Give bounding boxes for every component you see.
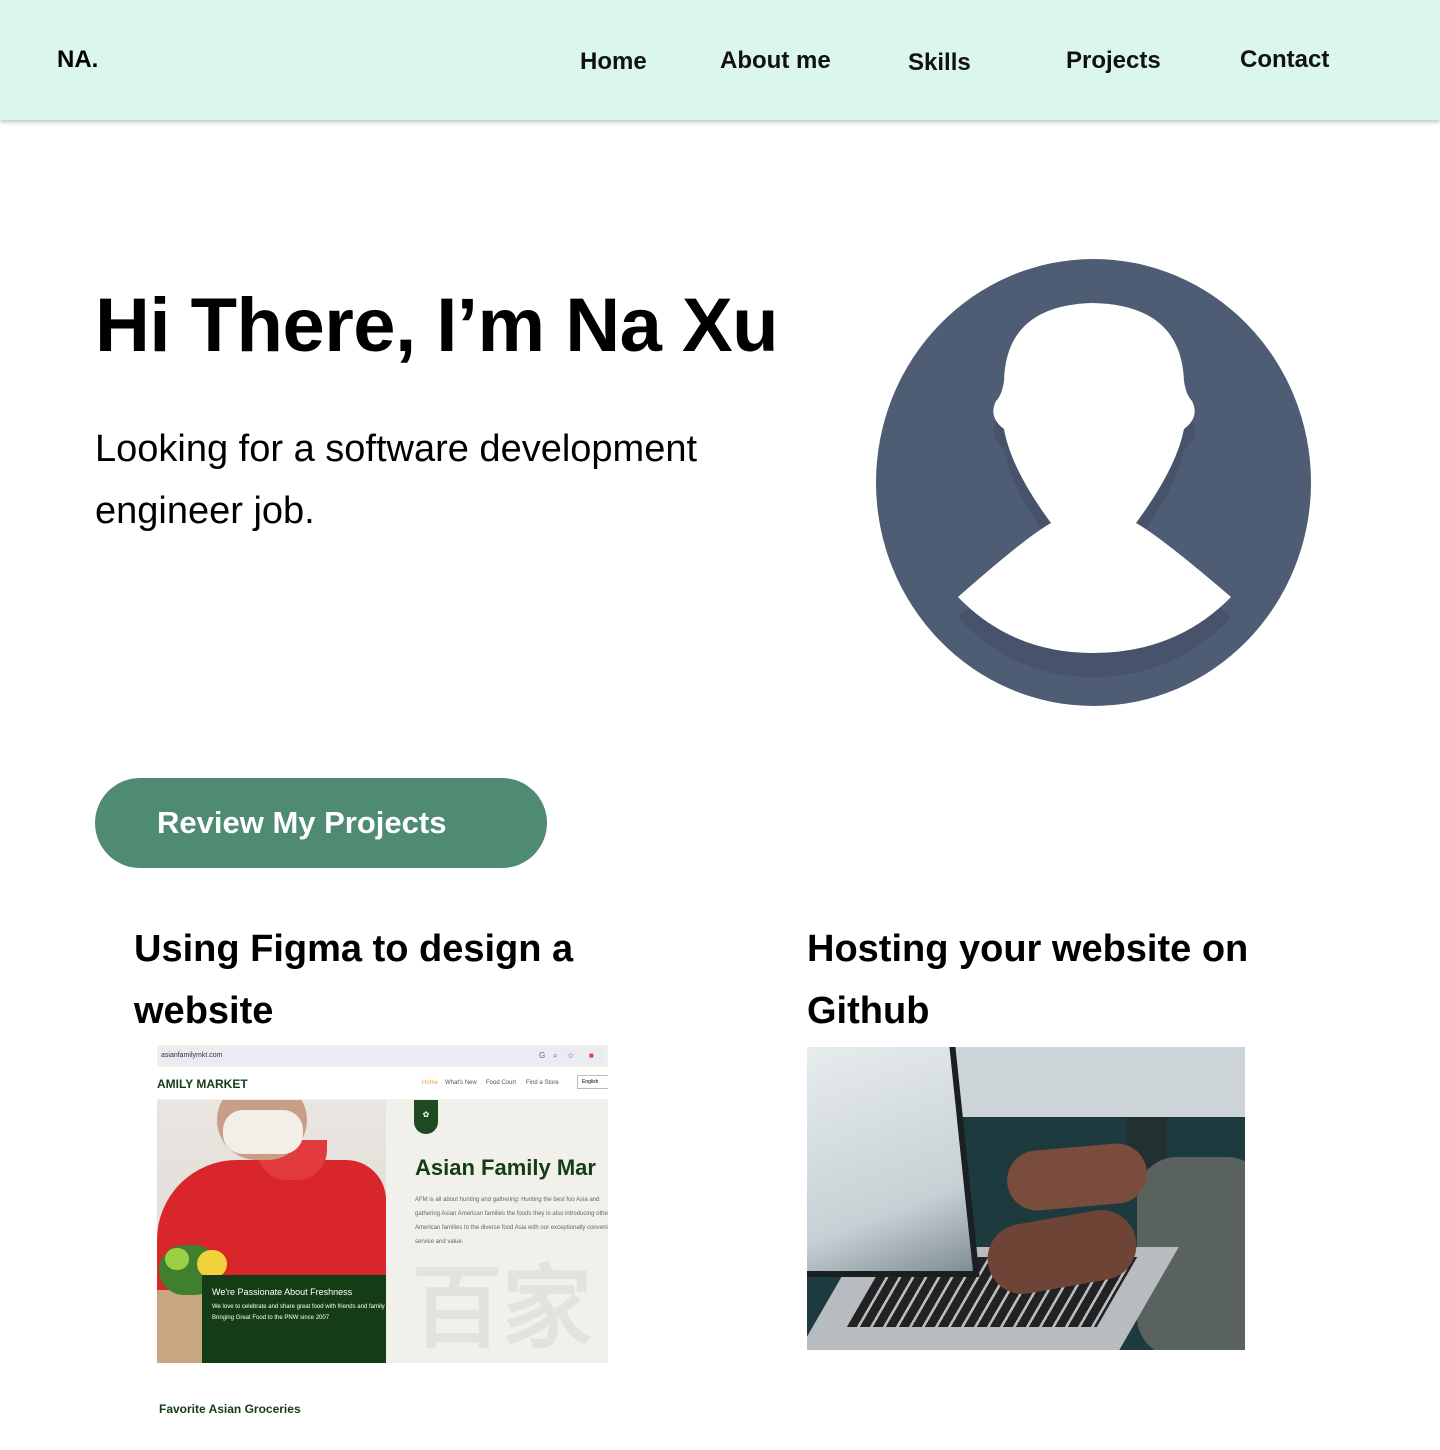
avatar-user-icon (876, 259, 1311, 706)
project-caption: Favorite Asian Groceries (159, 1402, 301, 1416)
project-image-github[interactable] (807, 1047, 1245, 1350)
promo-title: We're Passionate About Freshness (212, 1287, 353, 1297)
site-nav-item: What's New (445, 1080, 477, 1086)
site-nav-item: Food Court (486, 1080, 517, 1086)
site-paragraph: AFM is all about hunting and gathering: … (415, 1197, 608, 1245)
promo-line: Bringing Great Food to the PNW since 200… (212, 1315, 330, 1321)
review-projects-button[interactable]: Review My Projects (95, 778, 547, 868)
watermark-glyph: 百家 (412, 1259, 592, 1359)
nav-link-skills[interactable]: Skills (908, 49, 971, 77)
project-screenshot-figma[interactable]: asianfamilymkt.com G ⌕ ☆ ■ AMILY MARKET … (157, 1045, 608, 1363)
nav-link-about[interactable]: About me (720, 47, 831, 75)
project-title-figma[interactable]: Using Figma to design a website (134, 918, 654, 1042)
star-icon: ☆ (567, 1051, 575, 1060)
browser-url-bar: asianfamilymkt.com G ⌕ ☆ ■ (157, 1048, 608, 1064)
site-language-select: English (577, 1075, 608, 1089)
project-title-github[interactable]: Hosting your website on Github (807, 918, 1327, 1042)
nav-link-home[interactable]: Home (580, 48, 647, 76)
search-icon: ⌕ (553, 1051, 558, 1060)
hero-title: Hi There, I’m Na Xu (95, 283, 779, 368)
site-nav-item: Find a Store (526, 1080, 559, 1086)
leaf-logo-icon: ✿ (414, 1100, 438, 1134)
hero-subtitle: Looking for a software development engin… (95, 428, 698, 532)
site-header: AMILY MARKET Home What's New Food Court … (157, 1067, 608, 1099)
google-icon: G (539, 1051, 546, 1060)
brand-logo[interactable]: NA. (57, 46, 98, 74)
site-nav-item: Home (422, 1080, 439, 1086)
site-heading: Asian Family Mar (415, 1155, 596, 1180)
browser-url: asianfamilymkt.com (161, 1052, 223, 1059)
navbar: NA. Home About me Skills Projects Contac… (0, 0, 1440, 120)
site-logo: AMILY MARKET (157, 1077, 248, 1091)
promo-box: We're Passionate About Freshness We love… (202, 1275, 386, 1363)
nav-link-projects[interactable]: Projects (1066, 47, 1161, 75)
extension-icon: ■ (589, 1051, 594, 1060)
nav-link-contact[interactable]: Contact (1240, 46, 1329, 74)
promo-line: We love to celebrate and share great foo… (212, 1304, 385, 1310)
